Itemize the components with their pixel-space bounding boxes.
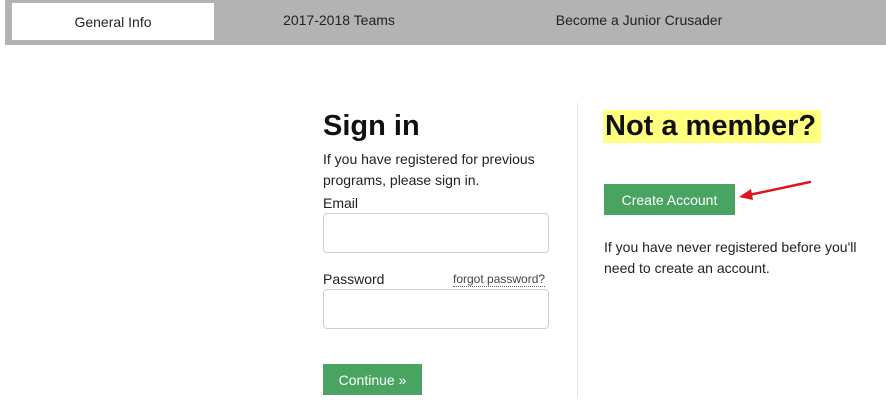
- continue-button[interactable]: Continue »: [323, 364, 422, 395]
- signin-intro: If you have registered for previous prog…: [323, 151, 535, 188]
- tab-bar: General Info 2017-2018 Teams Become a Ju…: [5, 0, 886, 45]
- signin-section: Sign in If you have registered for previ…: [323, 108, 563, 191]
- not-a-member-title: Not a member?: [603, 110, 822, 143]
- password-label: Password: [323, 271, 385, 287]
- email-label: Email: [323, 195, 359, 211]
- red-arrow-icon: [739, 180, 812, 200]
- signin-title: Sign in: [323, 110, 420, 142]
- create-account-button[interactable]: Create Account: [604, 184, 735, 215]
- tab-teams[interactable]: 2017-2018 Teams: [214, 0, 444, 39]
- tab-become-junior-crusader[interactable]: Become a Junior Crusader: [444, 0, 774, 39]
- tab-general-info[interactable]: General Info: [12, 3, 214, 40]
- password-field[interactable]: [323, 289, 549, 329]
- column-divider: [577, 103, 578, 397]
- create-account-description: If you have never registered before you'…: [604, 239, 857, 276]
- forgot-password-link[interactable]: forgot password?: [453, 273, 546, 287]
- email-field[interactable]: [323, 213, 549, 253]
